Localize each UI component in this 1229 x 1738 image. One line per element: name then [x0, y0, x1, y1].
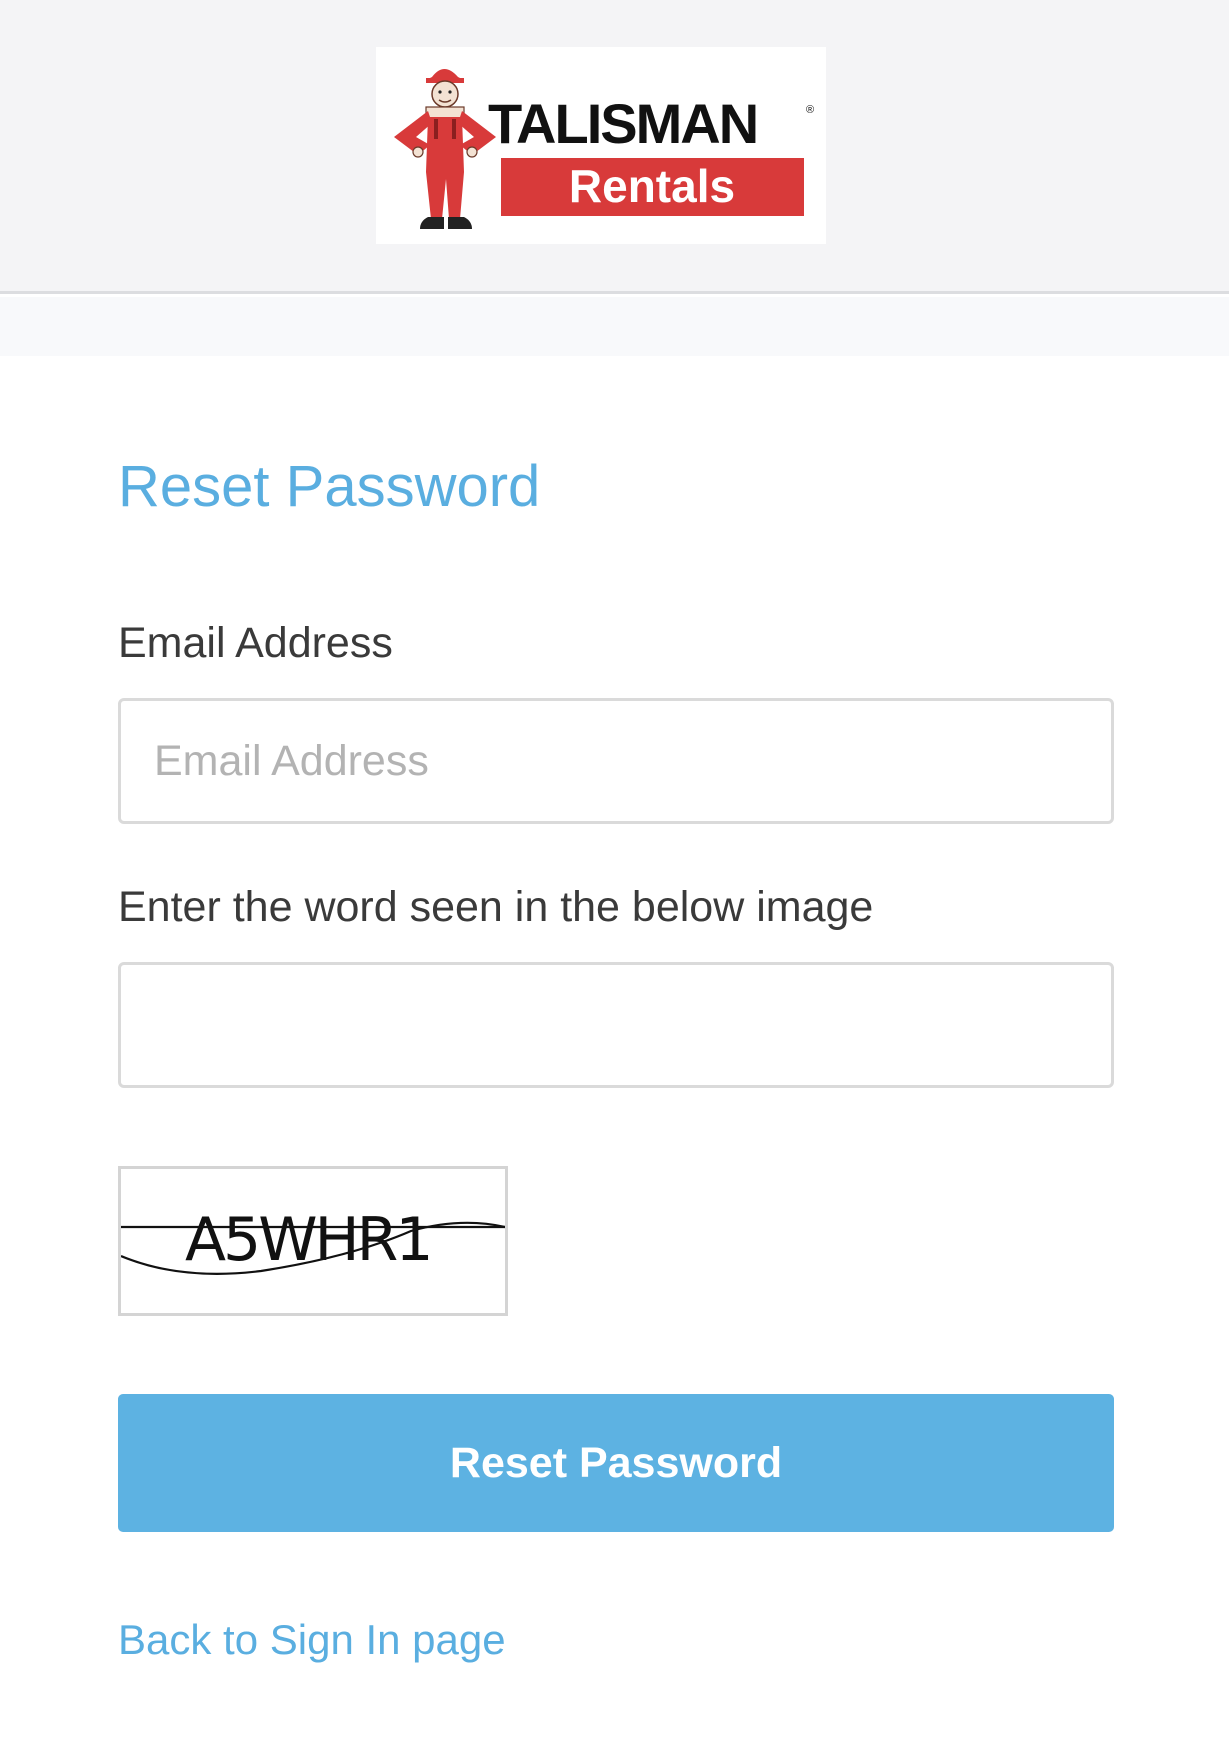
logo-line2: Rentals	[569, 160, 735, 212]
captcha-image: A5WHR1	[118, 1166, 508, 1316]
header: TALISMAN ® Rentals	[0, 0, 1229, 294]
reset-password-button[interactable]: Reset Password	[118, 1394, 1114, 1532]
registered-mark: ®	[806, 104, 814, 116]
captcha-label: Enter the word seen in the below image	[118, 883, 874, 931]
logo-line1: TALISMAN	[488, 92, 757, 155]
talisman-rentals-logo[interactable]: TALISMAN ® Rentals	[376, 47, 826, 244]
reset-password-page: TALISMAN ® Rentals Reset Password Email …	[0, 0, 1229, 1738]
email-field[interactable]	[118, 698, 1114, 824]
header-subbar	[0, 297, 1229, 356]
back-to-sign-in-link[interactable]: Back to Sign In page	[118, 1614, 506, 1666]
page-title: Reset Password	[118, 454, 541, 519]
captcha-noise-lines	[121, 1221, 505, 1275]
worker-mascot-icon	[394, 69, 496, 229]
captcha-field[interactable]	[118, 962, 1114, 1088]
email-label: Email Address	[118, 619, 393, 667]
